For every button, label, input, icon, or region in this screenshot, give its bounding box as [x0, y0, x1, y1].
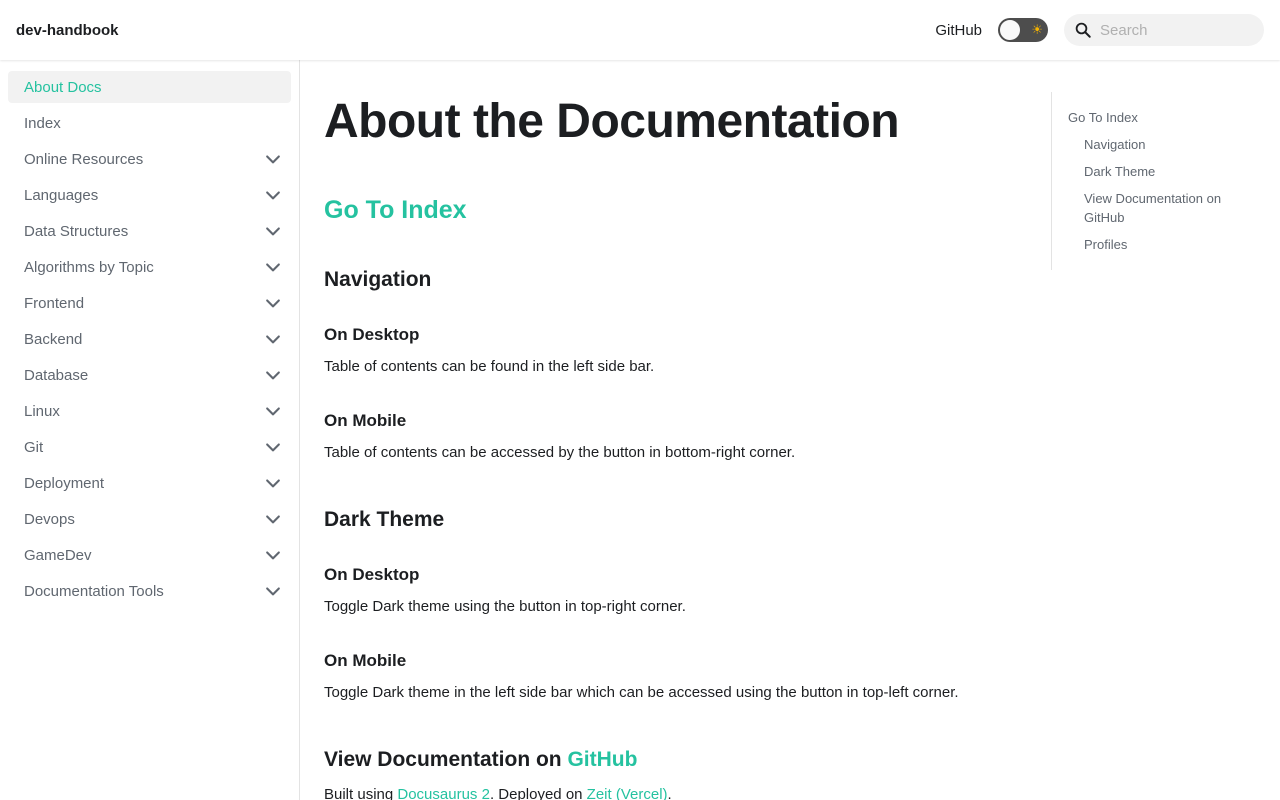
dark-theme-desktop-text: Toggle Dark theme using the button in to…	[324, 598, 686, 615]
dark-theme-mobile-text: Toggle Dark theme in the left side bar w…	[324, 684, 959, 701]
chevron-down-icon	[266, 227, 280, 236]
sidebar-item-label: Data Structures	[24, 222, 129, 240]
toc-item-view-documentation[interactable]: View Documentation on GitHub	[1084, 189, 1244, 227]
chevron-down-icon	[266, 299, 280, 308]
sidebar: About Docs Index Online Resources Langua…	[0, 60, 300, 800]
toc-item-navigation[interactable]: Navigation	[1084, 135, 1145, 154]
toc-item-profiles[interactable]: Profiles	[1084, 235, 1127, 254]
chevron-down-icon	[266, 155, 280, 164]
chevron-down-icon	[266, 515, 280, 524]
sidebar-item-online-resources[interactable]: Online Resources	[8, 143, 291, 175]
docusaurus-link[interactable]: Docusaurus 2	[397, 786, 490, 800]
sidebar-item-devops[interactable]: Devops	[8, 503, 291, 535]
chevron-down-icon	[266, 263, 280, 272]
zeit-link[interactable]: Zeit (Vercel)	[587, 786, 668, 800]
search-input[interactable]	[1064, 14, 1264, 46]
table-of-contents: Go To Index Navigation Dark Theme View D…	[1051, 92, 1261, 270]
sun-icon: ☀	[1031, 22, 1043, 37]
sidebar-item-label: Devops	[24, 510, 75, 528]
sidebar-item-git[interactable]: Git	[8, 431, 291, 463]
sidebar-item-gamedev[interactable]: GameDev	[8, 539, 291, 571]
sidebar-item-label: Algorithms by Topic	[24, 258, 154, 276]
dark-theme-desktop-heading: On Desktop	[324, 565, 420, 584]
chevron-down-icon	[266, 371, 280, 380]
sidebar-item-label: Online Resources	[24, 150, 144, 168]
navigation-heading: Navigation	[324, 268, 432, 291]
search-icon	[1075, 22, 1091, 38]
sidebar-item-label: GameDev	[24, 546, 92, 564]
chevron-down-icon	[266, 191, 280, 200]
main-content: About the Documentation Go To Index Navi…	[324, 60, 1024, 800]
navigation-mobile-text: Table of contents can be accessed by the…	[324, 444, 796, 461]
sidebar-item-label: Languages	[24, 186, 99, 204]
navbar-right: GitHub ☀	[935, 14, 1264, 46]
view-docs-heading: View Documentation on GitHub	[324, 748, 637, 772]
sidebar-item-label: Documentation Tools	[24, 582, 164, 600]
chevron-down-icon	[266, 587, 280, 596]
search-box	[1064, 14, 1264, 46]
sidebar-item-label: Backend	[24, 330, 83, 348]
sidebar-item-deployment[interactable]: Deployment	[8, 467, 291, 499]
sidebar-item-backend[interactable]: Backend	[8, 323, 291, 355]
sidebar-item-data-structures[interactable]: Data Structures	[8, 215, 291, 247]
sidebar-item-label: Git	[24, 438, 44, 456]
sidebar-item-label: Frontend	[24, 294, 85, 312]
navigation-desktop-heading: On Desktop	[324, 325, 420, 344]
page-title: About the Documentation	[324, 95, 900, 148]
built-prefix: Built using	[324, 786, 398, 800]
sidebar-item-label: Index	[24, 114, 61, 132]
dark-theme-mobile-heading: On Mobile	[324, 651, 407, 670]
chevron-down-icon	[266, 407, 280, 416]
view-docs-heading-prefix: View Documentation on	[324, 748, 568, 771]
brand-link[interactable]: dev-handbook	[16, 22, 119, 39]
navbar: dev-handbook GitHub ☀	[0, 0, 1280, 60]
toggle-thumb	[999, 19, 1021, 41]
sidebar-item-frontend[interactable]: Frontend	[8, 287, 291, 319]
sidebar-item-languages[interactable]: Languages	[8, 179, 291, 211]
github-repo-link[interactable]: GitHub	[567, 748, 637, 771]
chevron-down-icon	[266, 551, 280, 560]
sidebar-item-linux[interactable]: Linux	[8, 395, 291, 427]
toc-item-dark-theme[interactable]: Dark Theme	[1084, 162, 1155, 181]
built-suffix: .	[667, 786, 672, 800]
go-to-index-link[interactable]: Go To Index	[324, 196, 467, 225]
chevron-down-icon	[266, 335, 280, 344]
navigation-desktop-text: Table of contents can be found in the le…	[324, 358, 655, 375]
built-with-text: Built using Docusaurus 2. Deployed on Ze…	[324, 786, 672, 800]
sidebar-item-label: Deployment	[24, 474, 105, 492]
chevron-down-icon	[266, 479, 280, 488]
theme-toggle[interactable]: ☀	[998, 18, 1048, 42]
sidebar-item-documentation-tools[interactable]: Documentation Tools	[8, 575, 291, 607]
sidebar-item-about-docs[interactable]: About Docs	[8, 71, 291, 103]
sidebar-item-label: Database	[24, 366, 89, 384]
sidebar-item-index[interactable]: Index	[8, 107, 291, 139]
dark-theme-heading: Dark Theme	[324, 508, 445, 531]
deployed-prefix: . Deployed on	[489, 786, 587, 800]
sidebar-item-label: About Docs	[24, 78, 102, 96]
sidebar-item-label: Linux	[24, 402, 60, 420]
chevron-down-icon	[266, 443, 280, 452]
sidebar-item-algorithms-by-topic[interactable]: Algorithms by Topic	[8, 251, 291, 283]
github-link[interactable]: GitHub	[935, 22, 982, 39]
toc-item-go-to-index[interactable]: Go To Index	[1068, 108, 1138, 127]
navigation-mobile-heading: On Mobile	[324, 411, 407, 430]
sidebar-item-database[interactable]: Database	[8, 359, 291, 391]
